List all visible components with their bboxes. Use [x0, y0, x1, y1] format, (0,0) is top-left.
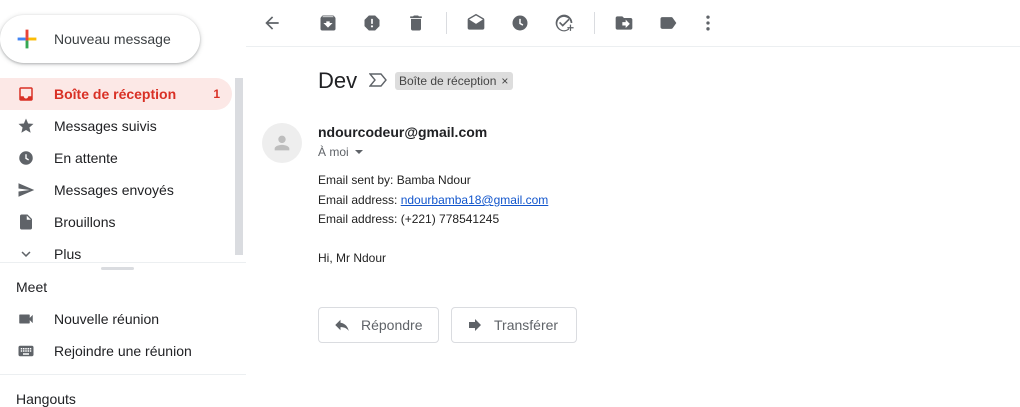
label-chip: Boîte de réception × [395, 72, 514, 90]
divider [0, 262, 246, 263]
archive-icon [320, 15, 336, 31]
message-toolbar [246, 0, 1020, 47]
inbox-icon [16, 84, 36, 104]
compose-label: Nouveau message [54, 31, 171, 47]
delete-button[interactable] [404, 11, 428, 35]
draft-icon [16, 212, 36, 232]
resize-handle[interactable] [101, 267, 134, 270]
reply-icon [333, 316, 351, 334]
sidebar-item-more[interactable]: Plus [0, 238, 232, 270]
report-spam-icon [364, 15, 380, 31]
sender-email[interactable]: ndourcodeur@gmail.com [318, 124, 487, 140]
body-line: Email address: ndourbamba18@gmail.com [318, 193, 548, 207]
sidebar-item-label: En attente [54, 150, 118, 166]
mark-unread-icon [467, 13, 485, 30]
label-button[interactable] [656, 11, 680, 35]
meet-section-title: Meet [16, 279, 48, 295]
sidebar-item-label: Plus [54, 246, 82, 262]
report-spam-button[interactable] [360, 11, 384, 35]
forward-button[interactable]: Transférer [451, 307, 577, 343]
recipient-label: À moi [318, 145, 349, 159]
sidebar-item-drafts[interactable]: Brouillons [0, 206, 232, 238]
body-line: Hi, Mr Ndour [318, 251, 387, 265]
person-icon [274, 135, 290, 151]
snooze-button[interactable] [508, 11, 532, 35]
back-button[interactable] [260, 11, 284, 35]
remove-label-button[interactable]: × [501, 74, 508, 88]
plus-icon [17, 29, 37, 49]
forward-label: Transférer [494, 317, 559, 333]
new-meeting-item[interactable]: Nouvelle réunion [16, 309, 159, 329]
keyboard-icon [16, 341, 36, 361]
recipient-details-toggle[interactable]: À moi [318, 145, 363, 159]
join-meeting-item[interactable]: Rejoindre une réunion [16, 341, 192, 361]
reply-button[interactable]: Répondre [318, 307, 439, 343]
delete-icon [410, 15, 422, 31]
sidebar-scrollbar[interactable] [235, 78, 243, 255]
label-chip-text: Boîte de réception [399, 74, 497, 88]
divider [0, 374, 246, 375]
snooze-icon [512, 15, 528, 31]
star-icon [16, 116, 36, 136]
avatar [262, 123, 302, 163]
chevron-down-icon [16, 244, 36, 264]
sidebar-item-label: Messages suivis [54, 118, 157, 134]
hangouts-section-title: Hangouts [16, 391, 76, 407]
body-line-prefix: Email address: [318, 193, 401, 207]
more-icon [706, 15, 710, 31]
back-icon [265, 16, 279, 30]
send-icon [16, 180, 36, 200]
label-icon [660, 17, 677, 29]
move-to-button[interactable] [612, 11, 636, 35]
move-to-icon [615, 16, 633, 30]
archive-button[interactable] [316, 11, 340, 35]
importance-marker-icon[interactable] [369, 73, 387, 87]
join-meeting-label: Rejoindre une réunion [54, 343, 192, 359]
sidebar-item-starred[interactable]: Messages suivis [0, 110, 232, 142]
sidebar-item-label: Boîte de réception [54, 86, 177, 102]
sidebar-item-sent[interactable]: Messages envoyés [0, 174, 232, 206]
nav-list: Boîte de réception 1 Messages suivis En … [0, 78, 232, 270]
videocam-icon [16, 309, 36, 329]
body-line: Email address: (+221) 778541245 [318, 212, 500, 226]
more-button[interactable] [696, 11, 720, 35]
add-to-tasks-icon [555, 14, 574, 32]
mark-unread-button[interactable] [464, 11, 488, 35]
message-subject: Dev [318, 68, 358, 93]
sidebar: Nouveau message Boîte de réception 1 Mes… [0, 0, 246, 407]
reply-label: Répondre [361, 317, 423, 333]
toolbar-separator [446, 12, 447, 34]
compose-button[interactable]: Nouveau message [0, 15, 200, 63]
add-to-tasks-button[interactable] [552, 11, 576, 35]
sidebar-item-label: Messages envoyés [54, 182, 174, 198]
sidebar-item-label: Brouillons [54, 214, 116, 230]
forward-icon [466, 316, 484, 334]
email-link[interactable]: ndourbamba18@gmail.com [401, 193, 549, 207]
clock-icon [16, 148, 36, 168]
unread-count: 1 [213, 87, 220, 101]
body-line: Email sent by: Bamba Ndour [318, 173, 471, 187]
sidebar-item-inbox[interactable]: Boîte de réception 1 [0, 78, 232, 110]
toolbar-separator [594, 12, 595, 34]
sidebar-item-snoozed[interactable]: En attente [0, 142, 232, 174]
new-meeting-label: Nouvelle réunion [54, 311, 160, 327]
caret-down-icon [354, 150, 363, 154]
